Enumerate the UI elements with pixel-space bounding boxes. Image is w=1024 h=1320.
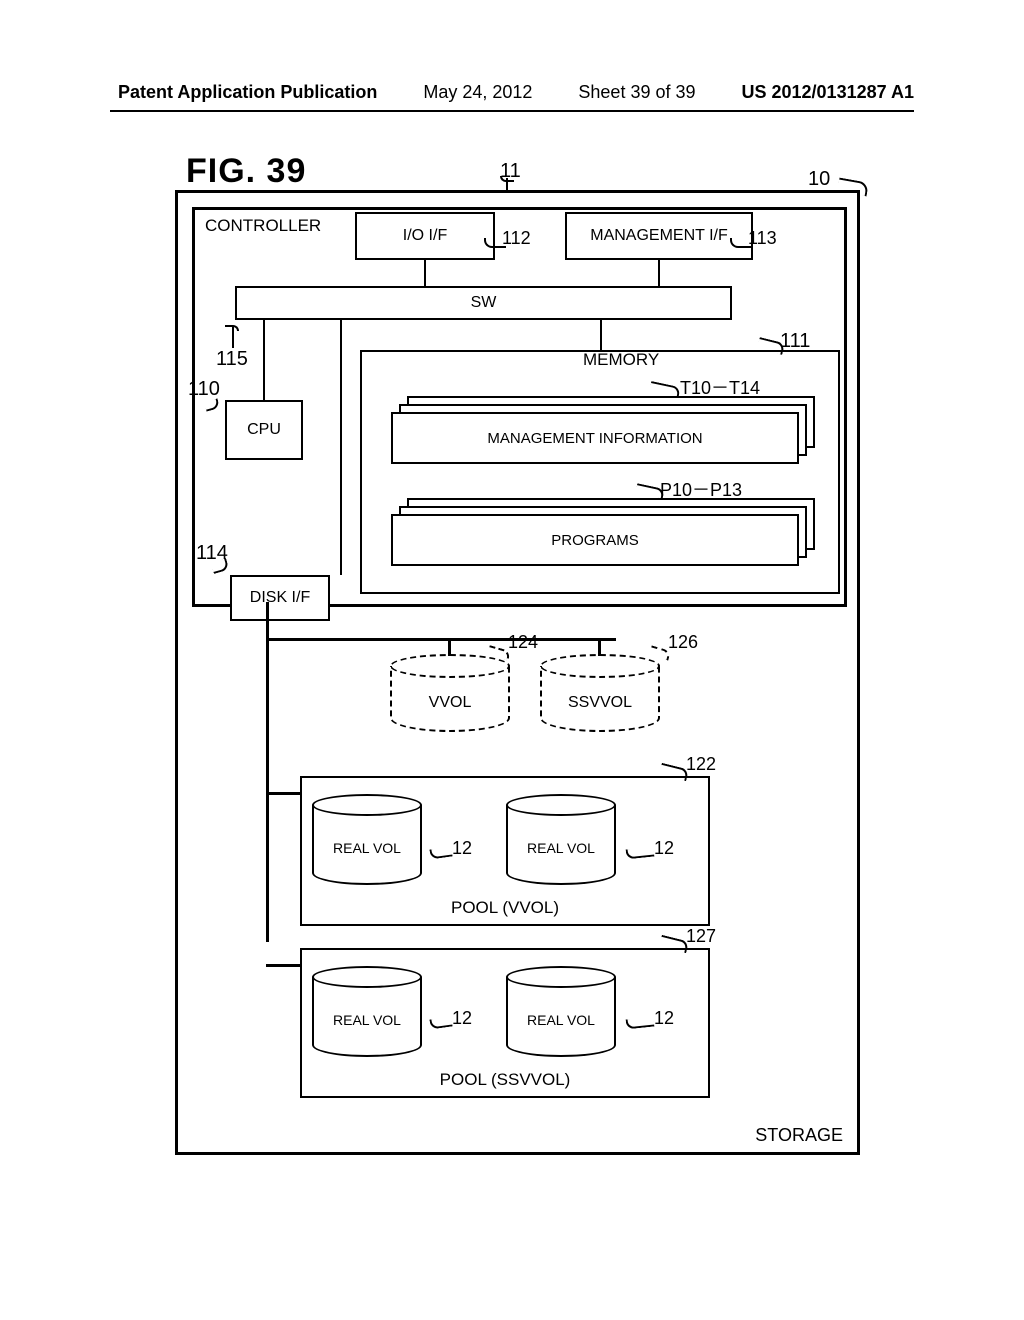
- vvol-cylinder: VVOL: [390, 654, 510, 734]
- real-vol-label: REAL VOL: [312, 1012, 422, 1028]
- ref-111: 111: [780, 330, 810, 353]
- pool-vvol-label: POOL (VVOL): [302, 898, 708, 918]
- ref-124: 124: [508, 632, 538, 653]
- page: Patent Application Publication May 24, 2…: [0, 0, 1024, 1320]
- page-header: Patent Application Publication May 24, 2…: [0, 82, 1024, 103]
- ref-t10-t14: T10－T14: [680, 374, 760, 400]
- connector-line: [263, 320, 265, 400]
- connector-line: [424, 260, 426, 286]
- figure-title: FIG. 39: [186, 152, 306, 191]
- io-if-label: I/O I/F: [403, 227, 447, 245]
- ref-12: 12: [654, 1008, 674, 1029]
- ref-122: 122: [686, 754, 716, 775]
- sw-label: SW: [471, 294, 497, 312]
- connector-line: [266, 638, 616, 641]
- cylinder-top: [506, 966, 616, 988]
- storage-label: STORAGE: [755, 1125, 843, 1146]
- management-if-label: MANAGEMENT I/F: [590, 227, 728, 245]
- cylinder-top: [312, 794, 422, 816]
- publication-label: Patent Application Publication: [118, 82, 377, 103]
- management-information-label: MANAGEMENT INFORMATION: [487, 430, 702, 447]
- leader-line: [484, 238, 506, 248]
- leader-line: [225, 325, 239, 331]
- publication-date: May 24, 2012: [423, 82, 532, 103]
- programs-card: PROGRAMS: [391, 514, 799, 566]
- sw-box: SW: [235, 286, 732, 320]
- ref-p10-p13: P10－P13: [660, 476, 742, 502]
- ref-12: 12: [452, 838, 472, 859]
- management-if-box: MANAGEMENT I/F: [565, 212, 753, 260]
- pool-ssvvol-label: POOL (SSVVOL): [302, 1070, 708, 1090]
- ref-113: 113: [748, 228, 777, 249]
- real-vol-cylinder: REAL VOL: [312, 966, 422, 1058]
- real-vol-cylinder: REAL VOL: [312, 794, 422, 886]
- bus-trunk: [266, 602, 269, 942]
- controller-box: CONTROLLER I/O I/F MANAGEMENT I/F SW CPU…: [192, 207, 847, 607]
- connector-line: [658, 260, 660, 286]
- cylinder-top: [312, 966, 422, 988]
- management-information-card: MANAGEMENT INFORMATION: [391, 412, 799, 464]
- ref-126: 126: [668, 632, 698, 653]
- connector-line: [266, 792, 300, 795]
- io-if-box: I/O I/F: [355, 212, 495, 260]
- real-vol-cylinder: REAL VOL: [506, 966, 616, 1058]
- controller-label: CONTROLLER: [205, 216, 321, 236]
- ref-12: 12: [654, 838, 674, 859]
- publication-number: US 2012/0131287 A1: [742, 82, 914, 103]
- ref-127: 127: [686, 926, 716, 947]
- header-rule: [110, 110, 914, 112]
- real-vol-label: REAL VOL: [312, 840, 422, 856]
- ref-110: 110: [188, 378, 220, 401]
- cylinder-top: [506, 794, 616, 816]
- real-vol-label: REAL VOL: [506, 1012, 616, 1028]
- ref-12: 12: [452, 1008, 472, 1029]
- vvol-label: VVOL: [390, 694, 510, 712]
- cylinder-top: [390, 654, 510, 678]
- real-vol-cylinder: REAL VOL: [506, 794, 616, 886]
- real-vol-label: REAL VOL: [506, 840, 616, 856]
- leader-line: [500, 176, 514, 182]
- leader-line: [730, 238, 752, 248]
- connector-line: [600, 320, 602, 350]
- ref-112: 112: [502, 228, 531, 249]
- disk-if-box: DISK I/F: [230, 575, 330, 621]
- cpu-label: CPU: [247, 421, 281, 439]
- connector-line: [266, 964, 300, 967]
- connector-line: [340, 320, 342, 575]
- ssvvol-label: SSVVOL: [540, 694, 660, 712]
- ssvvol-cylinder: SSVVOL: [540, 654, 660, 734]
- disk-if-label: DISK I/F: [250, 589, 310, 607]
- cpu-box: CPU: [225, 400, 303, 460]
- memory-label: MEMORY: [583, 350, 659, 370]
- programs-label: PROGRAMS: [551, 532, 639, 549]
- ref-115: 115: [216, 348, 248, 371]
- cylinder-top: [540, 654, 660, 678]
- sheet-number: Sheet 39 of 39: [578, 82, 695, 103]
- ref-10: 10: [808, 168, 830, 191]
